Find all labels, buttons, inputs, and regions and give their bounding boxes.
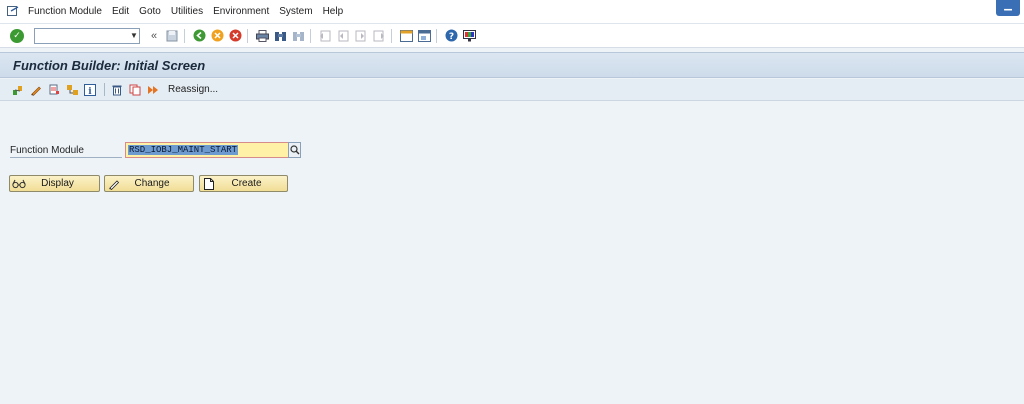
menu-goto[interactable]: Goto — [139, 6, 161, 17]
enter-icon[interactable]: ✓ — [10, 28, 24, 43]
function-module-value: RSD_IOBJ_MAINT_START — [128, 145, 239, 155]
standard-toolbar: ✓ ▼ « ? — [0, 24, 1024, 48]
new-session-icon[interactable] — [398, 28, 414, 44]
create-button[interactable]: Create — [199, 175, 288, 192]
application-toolbar: i Reassign... — [0, 79, 1024, 101]
toolbar-separator — [436, 28, 437, 43]
toolbar-separator — [247, 28, 248, 43]
display-button[interactable]: Display — [9, 175, 100, 192]
find-icon[interactable] — [272, 28, 288, 44]
where-used-icon[interactable] — [64, 82, 80, 98]
title-bar: Function Builder: Initial Screen — [0, 52, 1024, 78]
menu-bar: Function Module Edit Goto Utilities Envi… — [0, 0, 1024, 24]
change-button[interactable]: Change — [104, 175, 194, 192]
info-icon[interactable]: i — [82, 82, 98, 98]
previous-page-icon[interactable] — [335, 28, 351, 44]
shortcut-icon[interactable] — [416, 28, 432, 44]
find-next-icon[interactable] — [290, 28, 306, 44]
last-page-icon[interactable] — [371, 28, 387, 44]
test-icon[interactable] — [46, 82, 62, 98]
create-button-label: Create — [231, 178, 262, 189]
menu-edit[interactable]: Edit — [112, 6, 129, 17]
menu-function-module[interactable]: Function Module — [28, 6, 102, 17]
minimize-icon[interactable]: ▁ — [996, 0, 1020, 16]
edit-pencil-icon[interactable] — [28, 82, 44, 98]
toolbar-separator — [184, 28, 185, 43]
reassign-button[interactable]: Reassign... — [168, 84, 218, 95]
customize-layout-icon[interactable] — [461, 28, 477, 44]
svg-text:?: ? — [448, 32, 453, 42]
pencil-icon — [105, 178, 123, 190]
menu-system[interactable]: System — [279, 6, 312, 17]
first-page-icon[interactable] — [317, 28, 333, 44]
help-icon[interactable]: ? — [443, 28, 459, 44]
svg-text:i: i — [88, 87, 92, 96]
toolbar-separator — [310, 28, 311, 43]
function-module-input[interactable]: RSD_IOBJ_MAINT_START — [125, 142, 289, 158]
save-icon[interactable] — [164, 28, 180, 44]
other-object-icon[interactable] — [10, 82, 26, 98]
menu-popup-icon[interactable] — [2, 0, 24, 24]
exit-icon[interactable] — [209, 28, 225, 44]
next-page-icon[interactable] — [353, 28, 369, 44]
change-button-label: Change — [134, 178, 170, 189]
display-button-label: Display — [41, 178, 74, 189]
menu-utilities[interactable]: Utilities — [171, 6, 203, 17]
print-icon[interactable] — [254, 28, 270, 44]
toolbar-separator — [391, 28, 392, 43]
page-title: Function Builder: Initial Screen — [13, 57, 206, 73]
delete-icon[interactable] — [109, 82, 125, 98]
collapse-icon[interactable]: « — [146, 28, 162, 44]
glasses-icon — [10, 179, 28, 189]
new-document-icon — [200, 177, 218, 190]
value-help-search-icon[interactable] — [288, 142, 301, 158]
back-icon[interactable] — [191, 28, 207, 44]
function-module-label: Function Module — [10, 144, 122, 158]
cancel-icon[interactable] — [227, 28, 243, 44]
copy-icon[interactable] — [127, 82, 143, 98]
command-field[interactable]: ▼ — [34, 27, 140, 44]
menu-environment[interactable]: Environment — [213, 6, 269, 17]
menu-help[interactable]: Help — [323, 6, 344, 17]
toolbar-separator — [104, 83, 105, 96]
rename-icon[interactable] — [145, 82, 161, 98]
chevron-down-icon[interactable]: ▼ — [129, 31, 139, 40]
